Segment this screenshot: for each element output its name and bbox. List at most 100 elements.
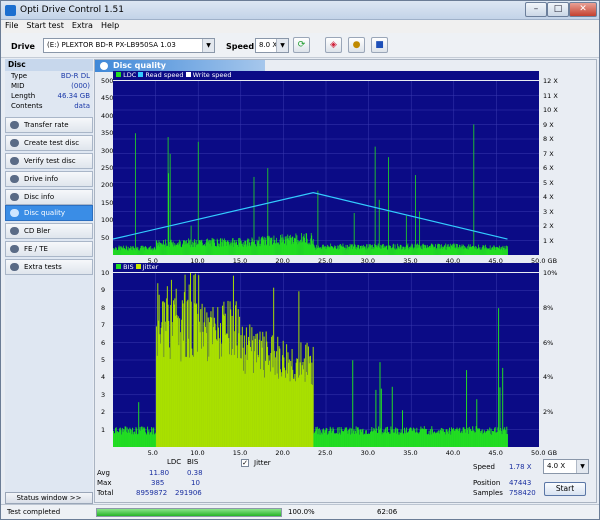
jitter-checkbox[interactable]: ✓ — [241, 459, 249, 467]
y-tick-label-right: 10 X — [543, 106, 558, 114]
nav-disc-info[interactable]: Disc info — [5, 189, 93, 205]
disc-icon[interactable]: ● — [348, 37, 365, 53]
nav-create-test-disc[interactable]: Create test disc — [5, 135, 93, 151]
status-text: Test completed — [7, 508, 61, 516]
y-tick-label-right: 2 X — [543, 222, 554, 230]
y-tick-label-left: 7 — [101, 321, 106, 330]
y-tick-label-right: 4 X — [543, 193, 554, 201]
progress-bar — [96, 508, 282, 517]
cd-bler-icon — [10, 227, 19, 235]
start-button[interactable]: Start — [544, 482, 586, 496]
y-tick-label-right: 6 X — [543, 164, 554, 172]
y-tick-label-left: 8 — [101, 303, 106, 312]
nav-drive-info[interactable]: Drive info — [5, 171, 93, 187]
y-tick-label-right: 12 X — [543, 77, 558, 85]
x-tick-label: 10.0 — [190, 449, 205, 457]
y-tick-label-left: 6 — [101, 338, 106, 347]
ldc-chart-svg — [112, 81, 539, 255]
right-speed-label: Speed — [473, 463, 495, 471]
nav-cd-bler[interactable]: CD Bler — [5, 223, 93, 239]
erase-icon[interactable]: ◈ — [325, 37, 342, 53]
transfer-rate-icon — [10, 121, 19, 129]
y-tick-label-left: 250 — [101, 164, 114, 172]
y-tick-label-left: 4 — [101, 373, 106, 382]
save-icon[interactable]: ■ — [371, 37, 388, 53]
samples-label: Samples — [473, 489, 503, 497]
right-speed-value: 1.78 X — [509, 463, 532, 471]
y-tick-label-left: 300 — [101, 146, 114, 155]
y-tick-label-right: 1 X — [543, 236, 554, 245]
total-label: Total — [97, 489, 114, 497]
y-tick-label-right: 7 X — [543, 149, 554, 158]
y-tick-label-right: 4% — [543, 373, 554, 382]
disc-contents-row: Contents data — [11, 102, 90, 110]
x-tick-label: 50.0 GB — [531, 449, 558, 457]
col-bis-header: BIS — [187, 458, 199, 466]
avg-ldc: 11.80 — [149, 469, 170, 477]
y-tick-label-left: 3 — [101, 390, 106, 399]
avg-label: Avg — [97, 469, 110, 477]
create-disc-icon — [10, 139, 19, 147]
nav-verify-test-disc[interactable]: Verify test disc — [5, 153, 93, 169]
bis-bar — [498, 308, 500, 447]
menu-extra[interactable]: Extra — [68, 20, 97, 31]
app-icon — [5, 5, 16, 16]
avg-bis: 0.38 — [187, 469, 203, 477]
y-tick-label-right: 10% — [543, 269, 558, 277]
y-tick-label-left: 50 — [101, 233, 110, 242]
bis-legend-swatch — [116, 264, 121, 269]
status-window-button[interactable]: Status window >> — [5, 492, 93, 504]
bis-legend-label: BIS — [123, 263, 134, 271]
jitter-legend-label: Jitter — [142, 263, 159, 271]
nav-extra-tests[interactable]: Extra tests — [5, 259, 93, 275]
disc-info-icon — [10, 193, 19, 201]
maximize-button[interactable]: □ — [547, 2, 569, 17]
bis-legend: BIS Jitter — [113, 263, 539, 272]
disc-type-row: Type BD-R DL — [11, 72, 90, 80]
app-window: Opti Drive Control 1.51 – □ ✕ File Start … — [0, 0, 600, 520]
speed-label: Speed — [226, 42, 255, 51]
chevron-down-icon: ▼ — [276, 39, 288, 52]
minimize-button[interactable]: – — [525, 2, 547, 17]
x-tick-label: 35.0 — [403, 449, 418, 457]
ldc-bar — [317, 190, 319, 255]
max-ldc: 385 — [151, 479, 165, 487]
drive-select[interactable]: (E:) PLEXTOR BD-R PX-LB950SA 1.03 ▼ — [43, 38, 215, 53]
samples-value: 758420 — [509, 489, 536, 497]
ldc-legend-swatch — [116, 72, 121, 77]
y-tick-label-left: 9 — [101, 286, 106, 295]
x-tick-label: 30.0 — [360, 449, 376, 457]
total-bis: 291906 — [175, 489, 202, 497]
max-label: Max — [97, 479, 112, 487]
y-tick-label-left: 1 — [101, 425, 106, 434]
y-tick-label-left: 150 — [101, 198, 114, 207]
y-tick-label-left: 200 — [101, 181, 114, 190]
disc-quality-icon — [10, 209, 19, 217]
y-tick-label-right: 8% — [543, 303, 554, 312]
nav-fe-te[interactable]: FE / TE — [5, 241, 93, 257]
read-speed-label: Read speed — [145, 71, 184, 79]
speed-select[interactable]: 8.0 X ▼ — [255, 38, 289, 53]
menu-start-test[interactable]: Start test — [22, 20, 67, 31]
progress-fill — [97, 509, 281, 516]
verify-disc-icon — [10, 157, 19, 165]
y-tick-label-right: 2% — [543, 408, 554, 417]
bis-chart — [113, 273, 539, 447]
test-speed-select[interactable]: 4.0 X ▼ — [543, 459, 589, 474]
status-bar: Test completed 100.0% 62:06 — [1, 504, 599, 519]
ldc-legend-label: LDC — [123, 71, 137, 79]
refresh-icon[interactable]: ⟳ — [293, 37, 310, 53]
y-tick-label-right: 8 X — [543, 135, 554, 143]
x-tick-label: 45.0 — [488, 449, 503, 457]
col-ldc-header: LDC — [167, 458, 182, 466]
chevron-down-icon: ▼ — [576, 460, 588, 473]
menu-help[interactable]: Help — [97, 20, 123, 31]
drive-label: Drive — [11, 42, 35, 51]
extra-tests-icon — [10, 263, 19, 271]
fe-te-icon — [10, 245, 19, 253]
nav-transfer-rate[interactable]: Transfer rate — [5, 117, 93, 133]
close-button[interactable]: ✕ — [569, 2, 597, 17]
disc-mid-row: MID (000) — [11, 82, 90, 90]
nav-disc-quality[interactable]: Disc quality — [5, 205, 93, 221]
menu-file[interactable]: File — [1, 20, 22, 31]
